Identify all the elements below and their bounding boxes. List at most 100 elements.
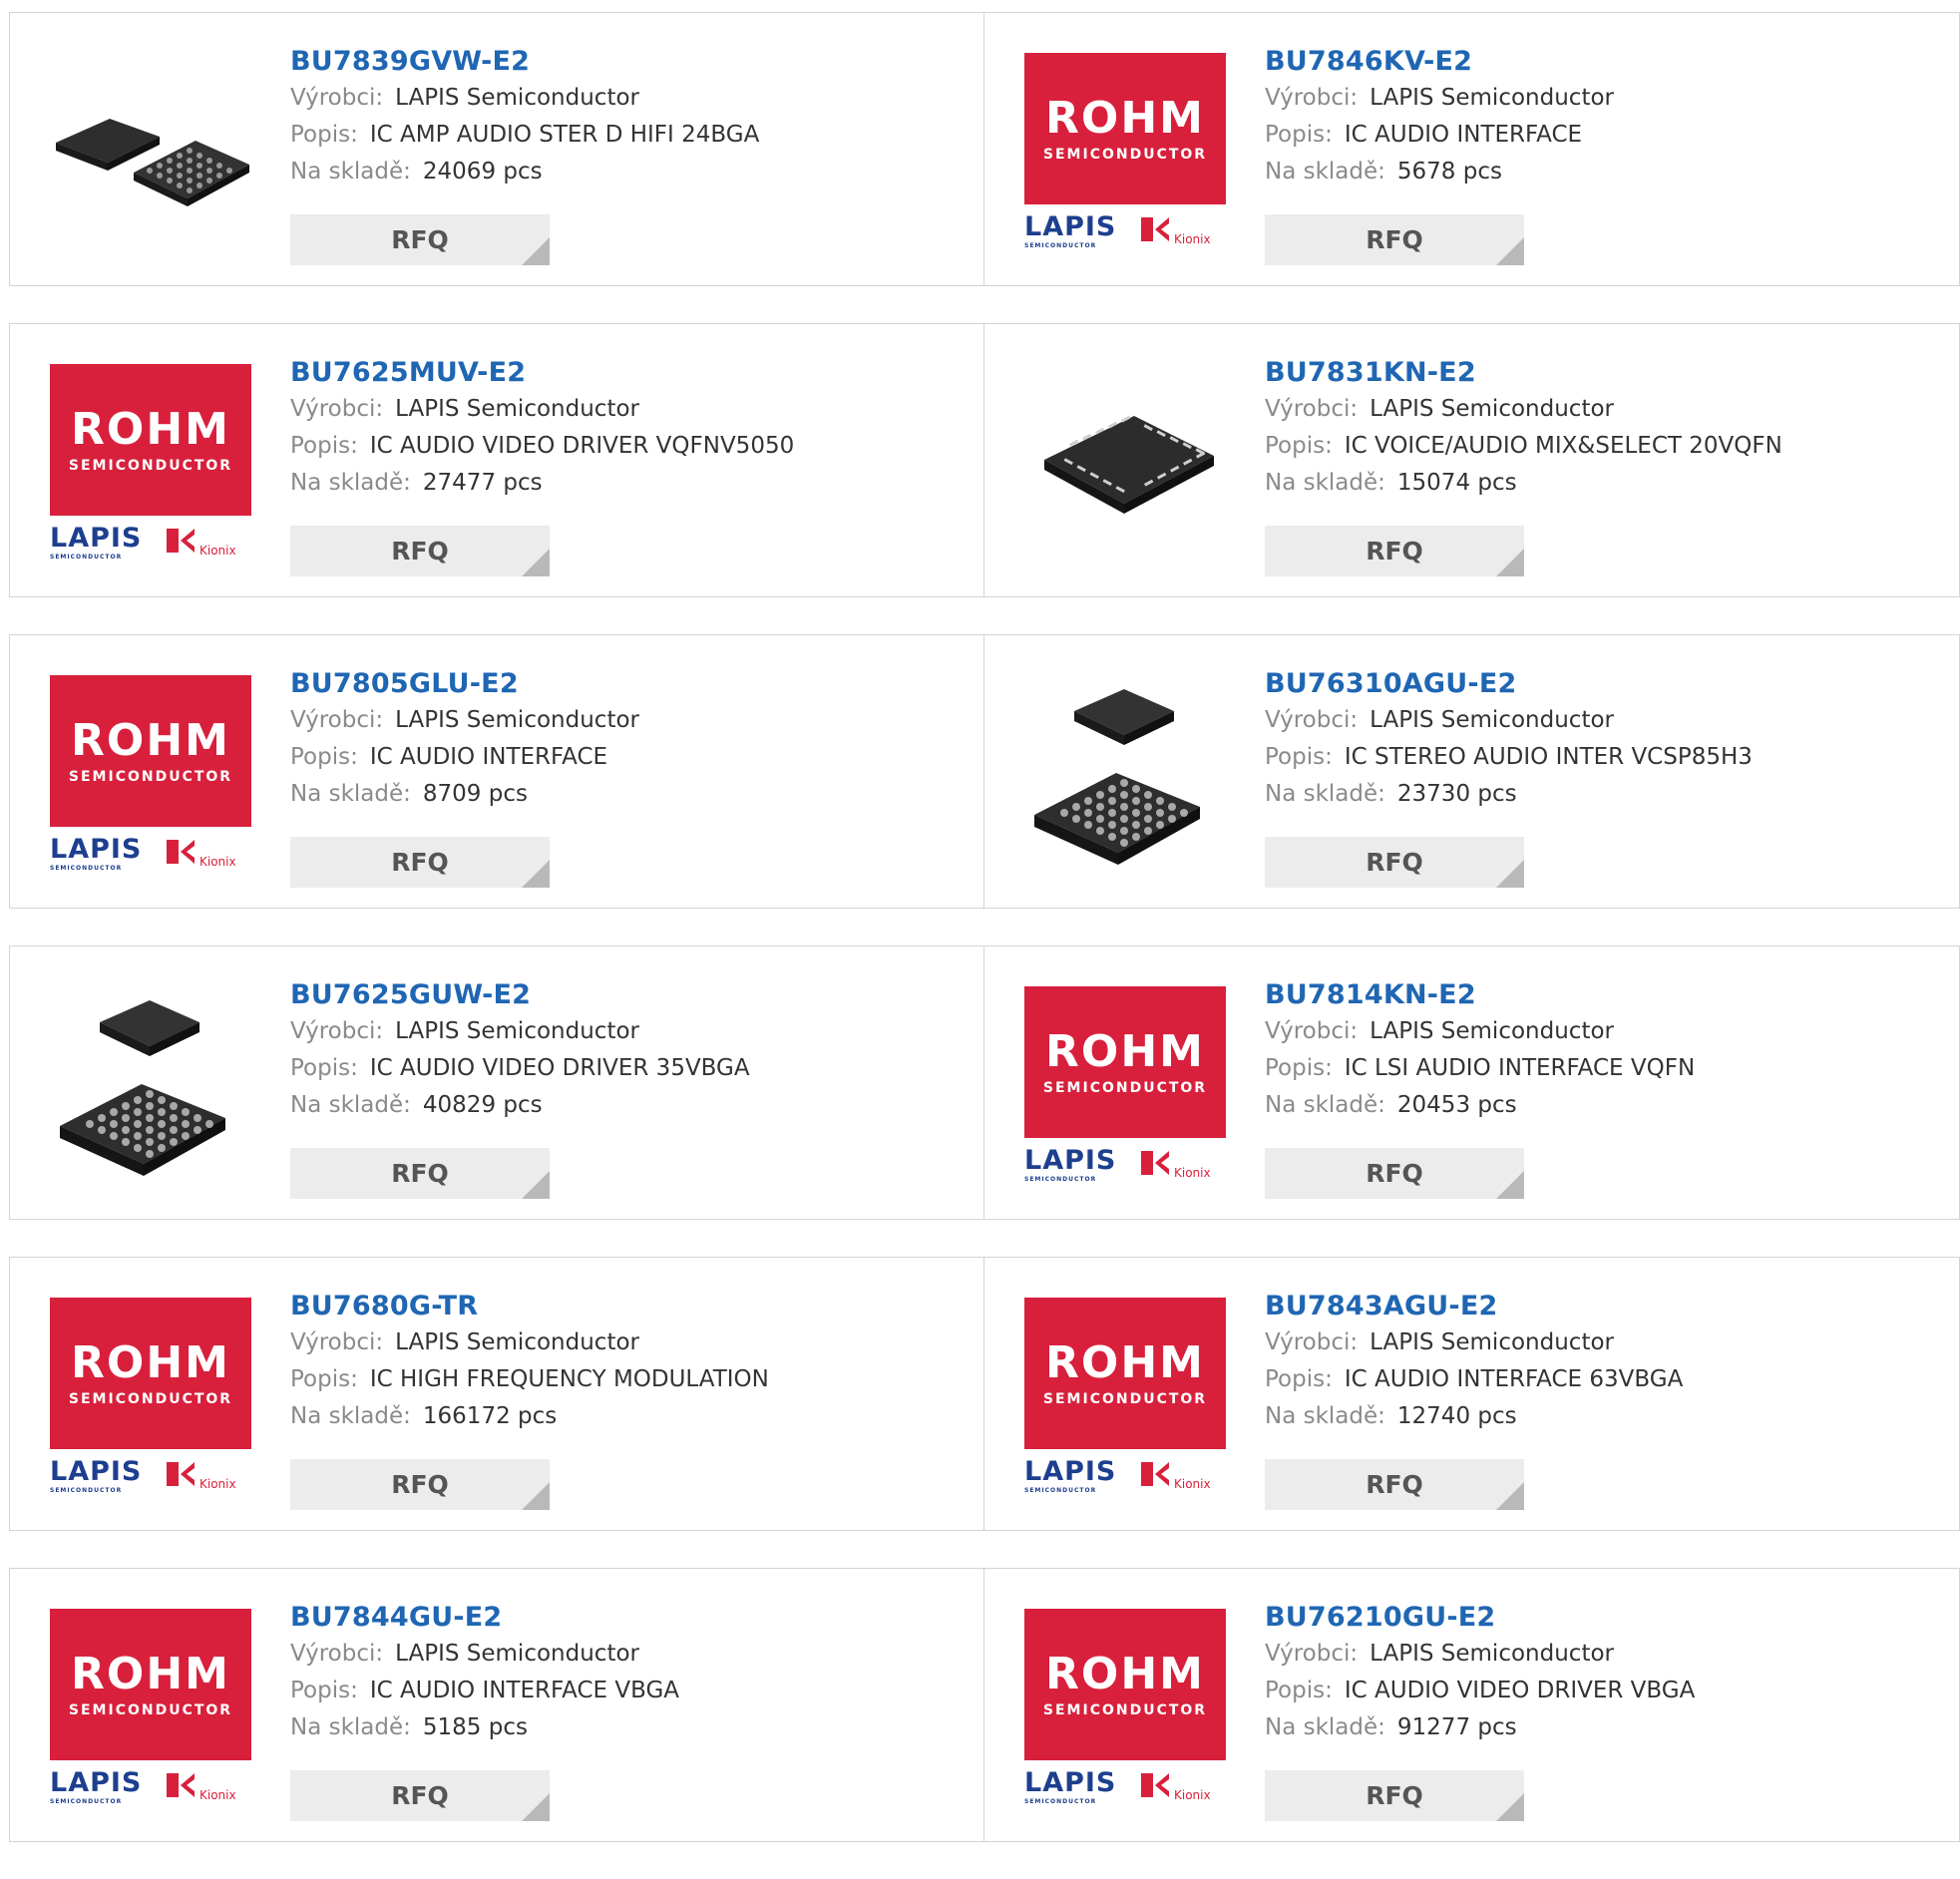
rfq-button[interactable]: RFQ — [1265, 1770, 1524, 1821]
product-thumbnail[interactable]: ROHM SEMICONDUCTOR LAPIS SEMICONDUCTOR K… — [50, 364, 251, 565]
part-number-link[interactable]: BU7625MUV-E2 — [290, 355, 969, 391]
part-number-link[interactable]: BU76210GU-E2 — [1265, 1600, 1943, 1636]
rfq-button[interactable]: RFQ — [290, 837, 550, 888]
product-card: ROHM SEMICONDUCTOR LAPIS SEMICONDUCTOR K… — [9, 1568, 984, 1842]
manufacturer-line: Výrobci: LAPIS Semiconductor — [1265, 80, 1943, 117]
description-line: Popis: IC AUDIO VIDEO DRIVER 35VBGA — [290, 1050, 969, 1087]
lapis-brand-text: LAPIS — [1024, 211, 1117, 242]
part-number-link[interactable]: BU7844GU-E2 — [290, 1600, 969, 1636]
manufacturer-line: Výrobci: LAPIS Semiconductor — [1265, 1013, 1943, 1050]
description-line: Popis: IC STEREO AUDIO INTER VCSP85H3 — [1265, 739, 1943, 776]
rohm-logo-block: ROHM SEMICONDUCTOR — [1024, 1609, 1226, 1760]
rohm-logo-block: ROHM SEMICONDUCTOR — [1024, 53, 1226, 204]
rfq-label: RFQ — [391, 1781, 449, 1810]
manufacturer-label: Výrobci: — [1265, 707, 1359, 733]
rfq-button[interactable]: RFQ — [290, 526, 550, 576]
part-number-link[interactable]: BU7680G-TR — [290, 1289, 969, 1324]
rfq-label: RFQ — [391, 1470, 449, 1499]
rohm-sub-text: SEMICONDUCTOR — [1042, 1702, 1208, 1718]
kionix-mark-icon — [1141, 1151, 1169, 1175]
bga-chip-stack-image — [1024, 675, 1226, 877]
stock-line: Na skladě: 91277 pcs — [1265, 1709, 1943, 1746]
part-number-link[interactable]: BU7843AGU-E2 — [1265, 1289, 1943, 1324]
description-label: Popis: — [1265, 122, 1333, 148]
description-line: Popis: IC VOICE/AUDIO MIX&SELECT 20VQFN — [1265, 428, 1943, 465]
stock-value: 5678 pcs — [1396, 159, 1502, 185]
description-value: IC AUDIO VIDEO DRIVER 35VBGA — [369, 1055, 750, 1081]
product-thumbnail[interactable] — [1024, 675, 1226, 877]
rfq-button[interactable]: RFQ — [1265, 526, 1524, 576]
rfq-button[interactable]: RFQ — [290, 1770, 550, 1821]
part-number-link[interactable]: BU76310AGU-E2 — [1265, 666, 1943, 702]
description-line: Popis: IC LSI AUDIO INTERFACE VQFN — [1265, 1050, 1943, 1087]
manufacturer-value: LAPIS Semiconductor — [1370, 396, 1614, 422]
stock-label: Na skladě: — [290, 1092, 411, 1118]
product-card: BU76310AGU-E2 Výrobci: LAPIS Semiconductor… — [984, 634, 1960, 909]
stock-label: Na skladě: — [290, 1714, 411, 1740]
description-line: Popis: IC HIGH FREQUENCY MODULATION — [290, 1361, 969, 1398]
description-line: Popis: IC AUDIO VIDEO DRIVER VQFNV5050 — [290, 428, 969, 465]
rfq-button[interactable]: RFQ — [290, 214, 550, 265]
product-thumbnail[interactable]: ROHM SEMICONDUCTOR LAPIS SEMICONDUCTOR K… — [1024, 1298, 1226, 1499]
part-number-link[interactable]: BU7846KV-E2 — [1265, 44, 1943, 80]
description-label: Popis: — [290, 1055, 358, 1081]
description-value: IC AMP AUDIO STER D HIFI 24BGA — [369, 122, 760, 148]
stock-line: Na skladě: 24069 pcs — [290, 154, 969, 190]
description-line: Popis: IC AUDIO INTERFACE VBGA — [290, 1673, 969, 1709]
product-thumbnail[interactable] — [1024, 364, 1226, 565]
stock-label: Na skladě: — [290, 1403, 411, 1429]
manufacturer-value: LAPIS Semiconductor — [1370, 1329, 1614, 1355]
rfq-button[interactable]: RFQ — [290, 1148, 550, 1199]
kionix-mark-icon — [1141, 1462, 1169, 1486]
product-thumbnail[interactable]: ROHM SEMICONDUCTOR LAPIS SEMICONDUCTOR K… — [50, 675, 251, 877]
manufacturer-value: LAPIS Semiconductor — [1370, 1018, 1614, 1044]
product-thumbnail[interactable]: ROHM SEMICONDUCTOR LAPIS SEMICONDUCTOR K… — [1024, 53, 1226, 254]
rohm-brand-text: ROHM — [71, 1337, 230, 1388]
part-number-link[interactable]: BU7805GLU-E2 — [290, 666, 969, 702]
rfq-button[interactable]: RFQ — [1265, 837, 1524, 888]
product-thumbnail[interactable]: ROHM SEMICONDUCTOR LAPIS SEMICONDUCTOR K… — [1024, 986, 1226, 1188]
description-label: Popis: — [290, 1366, 358, 1392]
rohm-lapis-logo: ROHM SEMICONDUCTOR LAPIS SEMICONDUCTOR K… — [1024, 53, 1226, 254]
stock-label: Na skladě: — [1265, 1714, 1385, 1740]
product-card: ROHM SEMICONDUCTOR LAPIS SEMICONDUCTOR K… — [984, 12, 1960, 286]
stock-value: 91277 pcs — [1396, 1714, 1517, 1740]
stock-label: Na skladě: — [1265, 159, 1385, 185]
manufacturer-value: LAPIS Semiconductor — [1370, 85, 1614, 111]
qfn-chip-image — [1024, 364, 1226, 565]
lapis-brand-text: LAPIS — [50, 834, 143, 865]
lapis-brand-text: LAPIS — [1024, 1456, 1117, 1487]
manufacturer-label: Výrobci: — [290, 396, 384, 422]
product-card: ROHM SEMICONDUCTOR LAPIS SEMICONDUCTOR K… — [9, 634, 984, 909]
manufacturer-line: Výrobci: LAPIS Semiconductor — [290, 1013, 969, 1050]
rohm-brand-text: ROHM — [1045, 1649, 1205, 1699]
product-thumbnail[interactable] — [50, 53, 251, 254]
rohm-sub-text: SEMICONDUCTOR — [68, 1702, 233, 1718]
product-thumbnail[interactable] — [50, 986, 251, 1188]
product-thumbnail[interactable]: ROHM SEMICONDUCTOR LAPIS SEMICONDUCTOR K… — [50, 1609, 251, 1810]
manufacturer-label: Výrobci: — [290, 1641, 384, 1667]
manufacturer-line: Výrobci: LAPIS Semiconductor — [290, 391, 969, 428]
product-thumbnail[interactable]: ROHM SEMICONDUCTOR LAPIS SEMICONDUCTOR K… — [50, 1298, 251, 1499]
stock-label: Na skladě: — [290, 159, 411, 185]
manufacturer-label: Výrobci: — [1265, 85, 1359, 111]
rfq-button[interactable]: RFQ — [1265, 1148, 1524, 1199]
lapis-brand-text: LAPIS — [1024, 1767, 1117, 1798]
product-card: ROHM SEMICONDUCTOR LAPIS SEMICONDUCTOR K… — [984, 945, 1960, 1220]
stock-value: 23730 pcs — [1396, 781, 1517, 807]
rfq-button[interactable]: RFQ — [290, 1459, 550, 1510]
part-number-link[interactable]: BU7831KN-E2 — [1265, 355, 1943, 391]
part-number-link[interactable]: BU7814KN-E2 — [1265, 977, 1943, 1013]
rfq-button[interactable]: RFQ — [1265, 1459, 1524, 1510]
part-number-link[interactable]: BU7625GUW-E2 — [290, 977, 969, 1013]
stock-label: Na skladě: — [1265, 1092, 1385, 1118]
rohm-brand-text: ROHM — [1045, 1026, 1205, 1077]
rfq-button[interactable]: RFQ — [1265, 214, 1524, 265]
description-value: IC LSI AUDIO INTERFACE VQFN — [1344, 1055, 1696, 1081]
rohm-lapis-logo: ROHM SEMICONDUCTOR LAPIS SEMICONDUCTOR K… — [50, 1609, 251, 1810]
product-thumbnail[interactable]: ROHM SEMICONDUCTOR LAPIS SEMICONDUCTOR K… — [1024, 1609, 1226, 1810]
lapis-sub-text: SEMICONDUCTOR — [1024, 1487, 1097, 1494]
stock-line: Na skladě: 5185 pcs — [290, 1709, 969, 1746]
manufacturer-label: Výrobci: — [1265, 396, 1359, 422]
part-number-link[interactable]: BU7839GVW-E2 — [290, 44, 969, 80]
